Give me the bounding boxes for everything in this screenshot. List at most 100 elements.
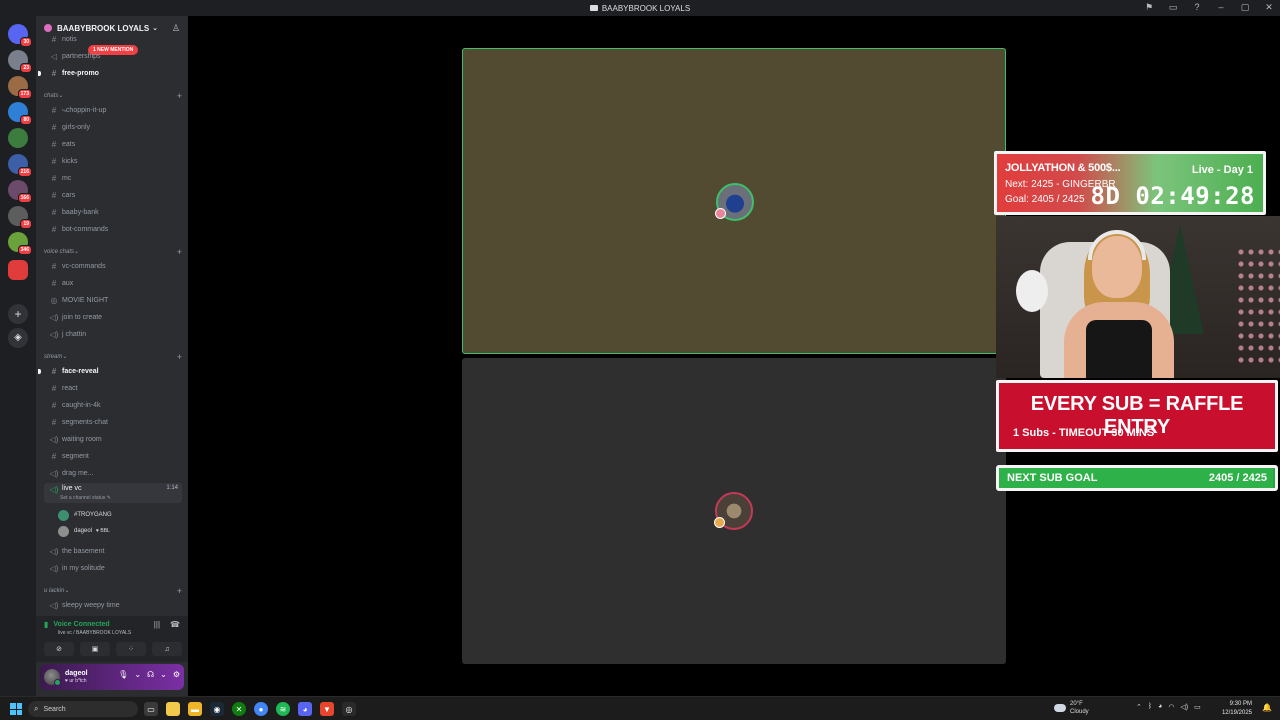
channel-voice-2[interactable]: ◎ MOVIE NIGHT — [44, 293, 182, 308]
channel-stream-1[interactable]: # react — [44, 381, 182, 396]
chevron-up-icon[interactable]: ⌃ — [1136, 703, 1142, 711]
activities-button[interactable]: ⁘ — [116, 642, 146, 656]
hashtag-icon: # — [51, 140, 57, 149]
channel-stream-0[interactable]: # face-reveal — [38, 364, 182, 379]
server-icon-server-6[interactable]: 166 — [8, 180, 32, 203]
channel-chat-6[interactable]: # baaby-bank — [44, 205, 182, 220]
avatar[interactable] — [44, 669, 61, 686]
help-icon[interactable]: ? — [1192, 2, 1202, 12]
discord-icon[interactable]: ◕ — [298, 702, 312, 716]
chevron-down-icon[interactable]: ⌄ — [134, 670, 141, 679]
channel-chat-1[interactable]: # girls-only — [44, 120, 182, 135]
user-panel[interactable]: dageol ♥ ur b*tch 🎙 ⌄ ☊ ⌄ ⚙ — [40, 664, 184, 690]
minimize-button[interactable]: – — [1216, 2, 1226, 12]
steam-icon[interactable]: ◉ — [210, 702, 224, 716]
battery-icon[interactable]: ▭ — [1194, 703, 1201, 711]
create-channel-icon[interactable]: + — [177, 247, 182, 257]
volume-icon[interactable]: ◁) — [1180, 703, 1188, 711]
server-icon-server-8[interactable]: 346 — [8, 232, 32, 255]
category-header[interactable]: stream ⌄ + — [44, 352, 182, 362]
brave-icon[interactable]: ▼ — [320, 702, 334, 716]
server-icon-server-5[interactable]: 216 — [8, 154, 32, 177]
participant-avatar[interactable] — [715, 183, 754, 221]
channel-status[interactable]: Set a channel status ✎ — [60, 495, 111, 501]
channel-after-1[interactable]: ◁) in my solitude — [44, 561, 182, 576]
sticky-notes-icon[interactable] — [166, 702, 180, 716]
channel-chat-2[interactable]: # eats — [44, 137, 182, 152]
channel-stream-6[interactable]: ◁) drag me... — [44, 466, 182, 481]
voice-location[interactable]: live vc / BAABYBROOK LOYALS — [58, 630, 131, 636]
taskbar-clock[interactable]: 9:30 PM 12/19/2025 — [1222, 700, 1252, 718]
channel-live-vc[interactable]: ◁) live vc 1:14 Set a channel status ✎ — [44, 483, 182, 503]
spotify-icon[interactable]: ≋ — [276, 702, 290, 716]
channel-label: react — [62, 385, 78, 392]
channel-chat-5[interactable]: # cars — [44, 188, 182, 203]
gear-icon[interactable]: ⚙ — [173, 670, 180, 679]
headphones-icon[interactable]: ☊ — [147, 670, 154, 679]
video-tile[interactable] — [462, 358, 1006, 664]
channel-voice-3[interactable]: ◁) join to create — [44, 310, 182, 325]
category-header[interactable]: voice chats ⌄ + — [44, 247, 182, 257]
video-tile-speaking[interactable] — [462, 48, 1006, 354]
soundboard-button[interactable]: ♫ — [152, 642, 182, 656]
channel-lackin-0[interactable]: ◁) sleepy weepy time — [44, 598, 182, 613]
create-channel-icon[interactable]: + — [177, 352, 182, 362]
channel-chat-7[interactable]: # bot-commands — [44, 222, 182, 237]
channel-after-0[interactable]: ◁) the basement — [44, 544, 182, 559]
task-view-icon[interactable]: ▭ — [144, 702, 158, 716]
microphone-icon[interactable]: 🎙 — [118, 670, 128, 679]
add-server-icon[interactable]: + — [8, 304, 28, 324]
discord-tray-icon[interactable]: ◕ — [1158, 703, 1162, 711]
camera-off-button[interactable]: ⊘ — [44, 642, 74, 656]
channel-top-2[interactable]: # free-promo — [38, 66, 182, 81]
channel-label: girls-only — [62, 124, 91, 131]
category-header[interactable]: u lackin ⌄ + — [44, 586, 182, 596]
weather-widget[interactable]: 20°F Cloudy — [1054, 700, 1089, 716]
taskbar-search[interactable]: ⌕ Search — [28, 701, 138, 717]
channel-voice-1[interactable]: # aux — [44, 276, 182, 291]
server-icon-server-7[interactable]: 19 — [8, 206, 32, 229]
channel-voice-0[interactable]: # vc-commands — [44, 259, 182, 274]
create-channel-icon[interactable]: + — [177, 586, 182, 596]
windows-start-icon[interactable] — [10, 703, 22, 715]
maximize-button[interactable]: ▢ — [1240, 2, 1250, 12]
noise-suppression-icon[interactable]: ||| — [154, 620, 160, 629]
channel-stream-4[interactable]: ◁) waiting room — [44, 432, 182, 447]
server-icon-server-2[interactable]: 173 — [8, 76, 32, 99]
bluetooth-icon[interactable]: ᛒ — [1148, 703, 1152, 711]
window-title: BAABYBROOK LOYALS — [601, 3, 691, 13]
channel-stream-5[interactable]: # segment — [44, 449, 182, 464]
server-icon-server-3[interactable]: 80 — [8, 102, 32, 125]
disconnect-icon[interactable]: ☎ — [170, 620, 180, 629]
xbox-icon[interactable]: ✕ — [232, 702, 246, 716]
channel-top-1[interactable]: ◁ partnerships — [44, 49, 182, 64]
chevron-down-icon[interactable]: ⌄ — [160, 670, 167, 679]
close-button[interactable]: ✕ — [1264, 2, 1274, 12]
create-channel-icon[interactable]: + — [177, 91, 182, 101]
server-icon-server-4[interactable] — [8, 128, 28, 148]
threads-icon[interactable]: ⚑ — [1144, 2, 1154, 12]
voice-user[interactable]: #TROYGANG — [58, 508, 116, 522]
channel-chat-0[interactable]: # ⤷choppin-it-up — [44, 103, 182, 118]
screen-share-button[interactable]: ▣ — [80, 642, 110, 656]
server-icon-server-9[interactable] — [8, 260, 28, 280]
wifi-icon[interactable]: ◠ — [1168, 703, 1174, 711]
category-header[interactable]: chats ⌄ + — [44, 91, 182, 101]
server-icon-server-1[interactable]: 23 — [8, 50, 32, 73]
inbox-icon[interactable]: ▭ — [1168, 2, 1178, 12]
voice-user[interactable]: dageol ♥ BBL — [58, 524, 110, 538]
chrome-icon[interactable]: ● — [254, 702, 268, 716]
channel-stream-2[interactable]: # caught-in-4k — [44, 398, 182, 413]
channel-chat-4[interactable]: # mc — [44, 171, 182, 186]
channel-top-0[interactable]: # notis — [44, 32, 182, 47]
participant-avatar[interactable] — [714, 492, 753, 530]
file-explorer-icon[interactable]: ▬ — [188, 702, 202, 716]
channel-stream-3[interactable]: # segments-chat — [44, 415, 182, 430]
voice-connected-status[interactable]: ▮ Voice Connected — [44, 620, 110, 629]
server-icon-direct-messages[interactable]: 30 — [8, 24, 32, 47]
channel-voice-4[interactable]: ◁) j chattin — [44, 327, 182, 342]
discover-icon[interactable]: ◈ — [8, 328, 28, 348]
obs-icon[interactable]: ◎ — [342, 702, 356, 716]
channel-chat-3[interactable]: # kicks — [44, 154, 182, 169]
notification-bell-icon[interactable]: 🔔 — [1262, 703, 1272, 712]
